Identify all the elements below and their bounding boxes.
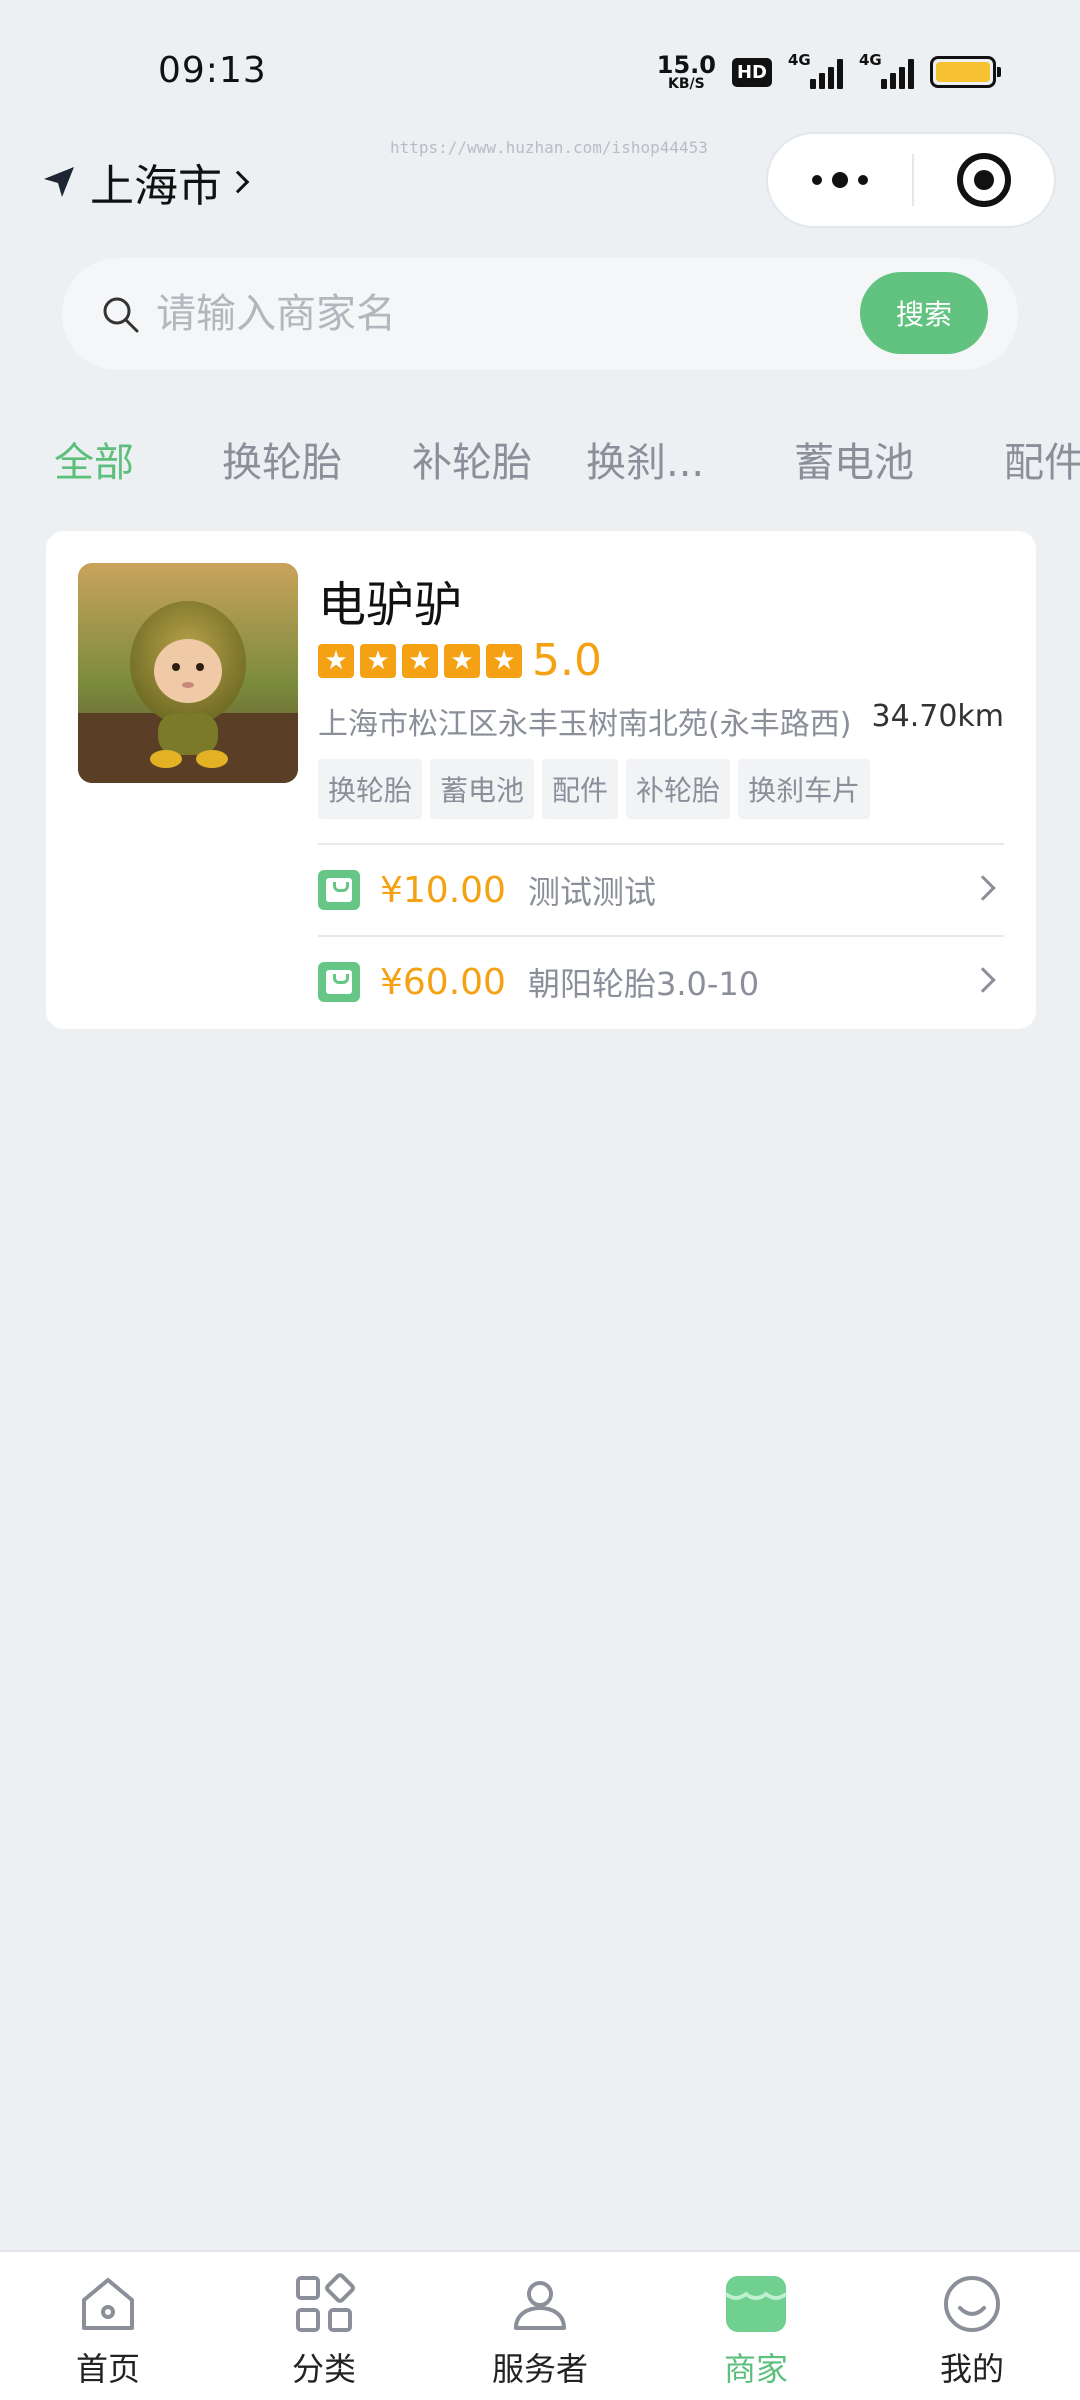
shop-distance: 34.70km [871, 699, 1004, 734]
star-icon: ★ [318, 643, 354, 678]
close-mini-program-button[interactable] [914, 153, 1054, 207]
deal-name: 测试测试 [527, 873, 656, 911]
shop-address: 上海市松江区永丰玉树南北苑(永丰路西) [318, 707, 852, 742]
signal-network-label: 4G [788, 51, 811, 69]
star-icon: ★ [444, 643, 480, 678]
service-tag: 补轮胎 [626, 759, 731, 819]
home-icon [82, 2278, 134, 2330]
tab-change-brake[interactable]: 换刹... [586, 430, 704, 488]
deal-item[interactable]: ¥60.00 朝阳轮胎3.0-10 [318, 935, 1004, 1027]
star-icon: ★ [360, 643, 396, 678]
shop-rating: ★ ★ ★ ★ ★ 5.0 [318, 635, 602, 686]
service-tags: 换轮胎 蓄电池 配件 补轮胎 换刹车片 [318, 759, 871, 819]
watermark: https://www.huzhan.com/ishop44453 [390, 138, 708, 157]
smile-profile-icon [944, 2276, 1000, 2332]
signal-strength-icon: 4G [859, 51, 914, 89]
tabbar-service-provider[interactable]: 服务者 [470, 2272, 610, 2390]
rating-score: 5.0 [532, 635, 602, 686]
tabbar-label: 我的 [939, 2350, 1004, 2388]
search-bar: 搜索 [62, 258, 1018, 370]
category-grid-icon [296, 2273, 355, 2332]
category-tabs: 全部 换轮胎 补轮胎 换刹... 蓄电池 配件 [0, 430, 1080, 500]
search-input[interactable] [156, 291, 836, 337]
target-close-icon [957, 153, 1011, 207]
signal-network-label: 4G [859, 51, 882, 69]
tab-parts[interactable]: 配件 [1004, 430, 1080, 488]
tab-change-tire[interactable]: 换轮胎 [222, 430, 342, 488]
person-icon [514, 2281, 566, 2330]
battery-icon [930, 56, 1001, 88]
network-speed: 15.0 KB/S [657, 53, 716, 91]
more-button[interactable] [768, 172, 912, 188]
service-tag: 蓄电池 [430, 759, 535, 819]
star-icon: ★ [486, 643, 522, 678]
star-icon: ★ [402, 643, 438, 678]
network-speed-unit: KB/S [668, 76, 705, 92]
shop-name[interactable]: 电驴驴 [318, 565, 462, 635]
navigation-arrow-icon [44, 167, 74, 197]
search-icon [103, 297, 139, 333]
tabbar-home[interactable]: 首页 [38, 2272, 178, 2390]
deal-item[interactable]: ¥10.00 测试测试 [318, 843, 1004, 935]
location-selector[interactable]: 上海市 [42, 150, 250, 214]
tab-all[interactable]: 全部 [54, 430, 134, 488]
mini-program-capsule [766, 132, 1056, 228]
shopping-bag-icon [318, 870, 360, 910]
tabbar-label: 首页 [75, 2350, 140, 2388]
tabbar-label: 商家 [723, 2350, 788, 2388]
chevron-right-icon [970, 875, 996, 901]
top-nav: 上海市 https://www.huzhan.com/ishop44453 [0, 130, 1080, 230]
battery-level [936, 62, 990, 82]
city-name: 上海市 [90, 161, 222, 212]
service-tag: 换刹车片 [738, 759, 871, 819]
chevron-right-icon [970, 967, 996, 993]
signal-strength-icon: 4G [788, 51, 843, 89]
tabbar-label: 分类 [291, 2350, 356, 2388]
service-tag: 配件 [542, 759, 619, 819]
chevron-right-icon [226, 170, 250, 194]
bottom-tab-bar: 首页 分类 服务者 商家 我的 [0, 2250, 1080, 2400]
service-tag: 换轮胎 [318, 759, 423, 819]
shopping-bag-icon [318, 962, 360, 1002]
shop-thumbnail[interactable] [78, 563, 298, 783]
tabbar-label: 服务者 [491, 2350, 588, 2388]
status-indicators: 15.0 KB/S HD 4G 4G [657, 50, 1001, 94]
tab-repair-tire[interactable]: 补轮胎 [412, 430, 532, 488]
shop-card[interactable]: 电驴驴 ★ ★ ★ ★ ★ 5.0 上海市松江区永丰玉树南北苑(永丰路西) 34… [46, 531, 1036, 1029]
tabbar-mine[interactable]: 我的 [902, 2272, 1042, 2390]
status-bar: 09:13 15.0 KB/S HD 4G 4G [0, 0, 1080, 130]
shop-icon [724, 2276, 788, 2332]
tab-battery[interactable]: 蓄电池 [794, 430, 914, 488]
tabbar-shop[interactable]: 商家 [686, 2272, 826, 2390]
deal-price: ¥10.00 [380, 869, 506, 911]
network-speed-value: 15.0 [656, 51, 716, 79]
search-button[interactable]: 搜索 [860, 272, 988, 354]
deal-price: ¥60.00 [380, 961, 506, 1003]
hd-voice-icon: HD [731, 57, 772, 87]
status-time: 09:13 [158, 50, 267, 91]
shop-image [78, 563, 298, 783]
deal-name: 朝阳轮胎3.0-10 [527, 965, 760, 1003]
tabbar-category[interactable]: 分类 [254, 2272, 394, 2390]
